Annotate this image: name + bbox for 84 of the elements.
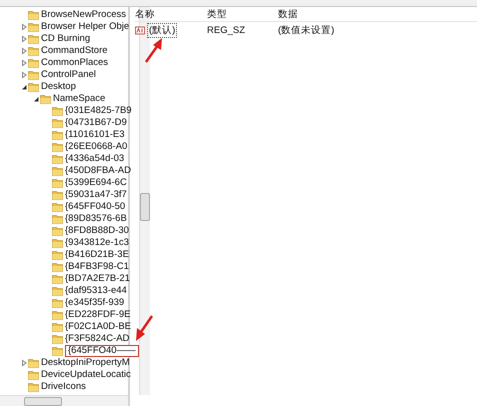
tree-item[interactable]: BrowseNewProcess (41, 9, 126, 21)
tree-item[interactable]: {daf95313-e44 (65, 285, 127, 297)
expand-arrow-icon[interactable] (20, 71, 28, 79)
column-header[interactable]: 名称 (135, 8, 207, 20)
folder-icon (52, 166, 63, 176)
expand-arrow-icon[interactable] (20, 59, 28, 67)
folder-icon (52, 106, 63, 116)
folder-icon (28, 58, 39, 68)
annotation-arrow (144, 38, 162, 63)
tree-item[interactable]: {4336a54d-03 (65, 153, 124, 165)
folder-icon (52, 214, 63, 224)
tree-item[interactable]: {F02C1A0D-BE (65, 321, 132, 333)
folder-icon (52, 310, 63, 320)
tree-item[interactable]: DriveIcons (41, 381, 86, 393)
tree-item[interactable]: NameSpace (53, 93, 106, 105)
tree-item[interactable]: {04731B67-D9 (65, 117, 127, 129)
folder-icon (52, 298, 63, 308)
annotation-arrow (136, 315, 154, 341)
value-name[interactable]: (默认) (147, 22, 178, 38)
column-header[interactable]: 数据 (278, 8, 477, 20)
folder-icon (52, 346, 63, 356)
tree-item[interactable]: {ED228FDF-9E (65, 309, 130, 321)
tree-item[interactable]: CommonPlaces (41, 57, 108, 69)
folder-icon (52, 286, 63, 296)
tree-item[interactable]: {e345f35f-939 (65, 297, 124, 309)
folder-icon (52, 142, 63, 152)
folder-icon (52, 322, 63, 332)
tree-item[interactable]: {11016101-E3 (65, 129, 125, 141)
folder-icon (52, 118, 63, 128)
folder-icon (40, 94, 51, 104)
string-value-icon (135, 26, 145, 34)
tree-item[interactable]: {59031a47-3f7 (65, 189, 127, 201)
folder-icon (52, 226, 63, 236)
tree-item[interactable]: {9343812e-1c3 (65, 237, 129, 249)
expand-arrow-icon[interactable] (20, 359, 28, 367)
tree-item[interactable]: {8FD8B88D-30 (65, 225, 129, 237)
tree-item[interactable]: {450D8FBA-AD (65, 165, 132, 177)
folder-icon (28, 82, 39, 92)
expand-arrow-icon[interactable] (20, 35, 28, 43)
folder-icon (28, 70, 39, 80)
column-header[interactable]: 类型 (207, 8, 278, 20)
folder-icon (28, 10, 39, 20)
collapse-arrow-icon[interactable] (32, 95, 40, 103)
value-data: (数值未设置) (278, 24, 336, 36)
folder-icon (28, 34, 39, 44)
tree-item[interactable]: {BD7A2E7B-21 (65, 273, 130, 285)
tree-item[interactable]: {26EE0668-A0 (65, 141, 128, 153)
tree-item[interactable]: {031E4825-7B9 (65, 105, 132, 117)
tree-item[interactable]: {645FF040-50 (65, 201, 126, 213)
tree-item[interactable]: Desktop (41, 81, 76, 93)
folder-icon (52, 238, 63, 248)
tree-item[interactable]: {B4FB3F98-C1 (65, 261, 129, 273)
horizontal-scrollbar[interactable] (0, 395, 128, 406)
folder-icon (52, 154, 63, 164)
value-type: REG_SZ (207, 24, 246, 36)
tree-item[interactable]: {5399E694-6C (65, 177, 127, 189)
tree-item[interactable]: {F3F5824C-AD (65, 333, 130, 345)
folder-icon (52, 274, 63, 284)
folder-icon (52, 130, 63, 140)
tree-item[interactable]: {89D83576-6B (65, 213, 127, 225)
folder-icon (28, 22, 39, 32)
scroll-thumb[interactable] (140, 193, 150, 221)
folder-icon (28, 46, 39, 56)
scroll-thumb[interactable] (24, 396, 62, 406)
expand-arrow-icon[interactable] (20, 47, 28, 55)
tree-item[interactable]: CommandStore (41, 45, 108, 57)
collapse-arrow-icon[interactable] (20, 83, 28, 91)
expand-arrow-icon[interactable] (20, 23, 28, 31)
tree-item[interactable]: DesktopIniPropertyM (41, 357, 130, 369)
rename-field[interactable]: {645FFO40—— (65, 345, 139, 357)
folder-icon (52, 250, 63, 260)
tree-item[interactable]: ControlPanel (41, 69, 96, 81)
tree-item[interactable]: CD Burning (41, 33, 90, 45)
tree-item[interactable]: Browser Helper Obje (41, 21, 130, 33)
tree-item[interactable]: {B416D21B-3E (65, 249, 129, 261)
folder-icon (52, 334, 63, 344)
folder-icon (52, 262, 63, 272)
folder-icon (28, 358, 39, 368)
folder-icon (52, 190, 63, 200)
folder-icon (52, 202, 63, 212)
tree-item[interactable]: DeviceUpdateLocatic (41, 369, 131, 381)
folder-icon (28, 382, 39, 392)
folder-icon (28, 370, 39, 380)
folder-icon (52, 178, 63, 188)
